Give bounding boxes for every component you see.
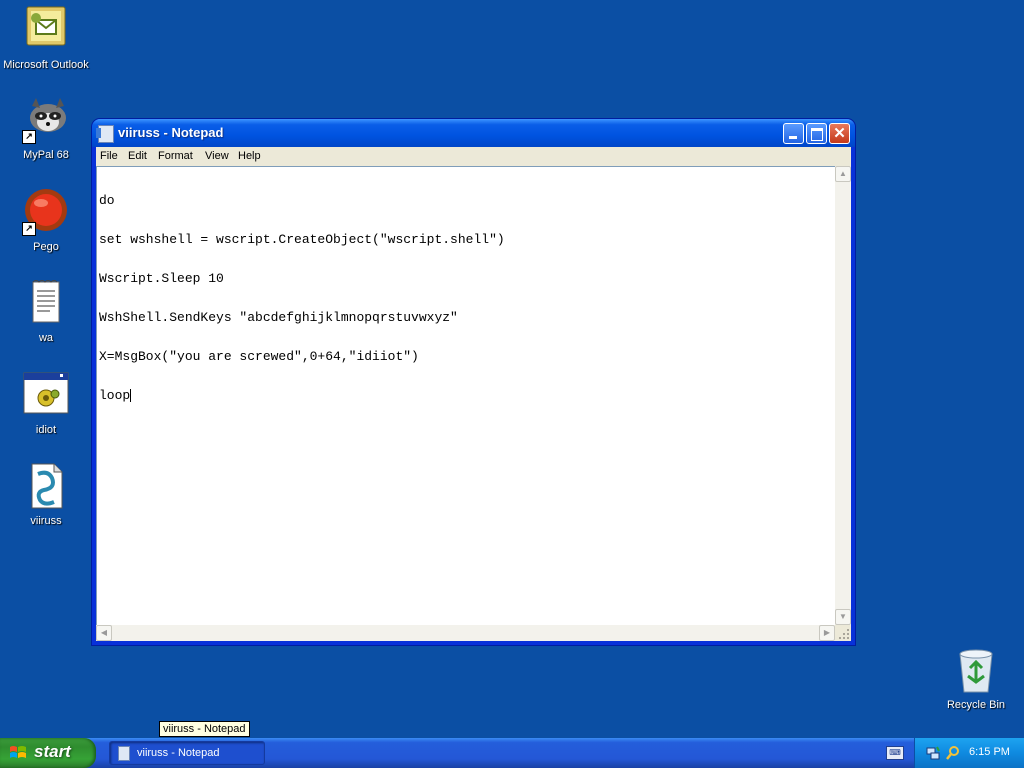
clock[interactable]: 6:15 PM	[969, 746, 1010, 758]
scroll-up-icon[interactable]: ▲	[835, 166, 851, 182]
notepad-icon	[96, 125, 114, 143]
red-ball-icon: ↗	[22, 188, 70, 236]
editor-text: do set wshshell = wscript.CreateObject("…	[99, 168, 505, 428]
text-editor[interactable]: do set wshshell = wscript.CreateObject("…	[96, 166, 835, 625]
editor-area: do set wshshell = wscript.CreateObject("…	[96, 166, 851, 641]
desktop-icon-pego[interactable]: ↗ Pego	[0, 188, 92, 253]
menu-view[interactable]: View	[205, 150, 229, 162]
desktop-icon-label: wa	[38, 332, 54, 344]
system-tray: 6:15 PM	[914, 738, 1024, 768]
editor-line: set wshshell = wscript.CreateObject("wsc…	[99, 232, 505, 247]
taskbar-button-notepad[interactable]: viiruss - Notepad	[109, 741, 265, 765]
shortcut-arrow-icon: ↗	[22, 222, 36, 236]
editor-line: do	[99, 193, 115, 208]
scroll-right-icon[interactable]: ▶	[819, 625, 835, 641]
script-file-icon	[22, 462, 70, 510]
editor-line: loop	[99, 388, 131, 403]
recycle-bin-icon	[952, 646, 1000, 694]
desktop-icon-label: idiot	[35, 424, 57, 436]
minimize-button[interactable]	[783, 123, 804, 144]
start-label: start	[34, 742, 71, 761]
taskbar-button-label: viiruss - Notepad	[137, 747, 220, 759]
windows-logo-icon	[10, 746, 26, 758]
desktop-icon-viiruss[interactable]: viiruss	[0, 462, 92, 527]
menu-format[interactable]: Format	[158, 150, 193, 162]
text-caret	[130, 389, 132, 402]
menu-file[interactable]: File	[100, 150, 118, 162]
text-document-icon	[22, 279, 70, 327]
close-button[interactable]: ✕	[829, 123, 850, 144]
scroll-down-icon[interactable]: ▼	[835, 609, 851, 625]
desktop-icon-outlook[interactable]: Microsoft Outlook	[0, 6, 92, 71]
taskbar: start viiruss - Notepad ⌨ 6:15 PM	[0, 738, 1024, 768]
start-button[interactable]: start	[0, 738, 96, 768]
network-icon[interactable]	[925, 745, 941, 761]
menu-edit[interactable]: Edit	[128, 150, 147, 162]
vertical-scrollbar[interactable]: ▲ ▼	[835, 166, 851, 625]
notepad-window[interactable]: viiruss - Notepad ✕ File Edit Format Vie…	[92, 119, 855, 645]
resize-grip-icon[interactable]	[835, 625, 851, 641]
window-title: viiruss - Notepad	[118, 125, 224, 140]
desktop-icon-label: Pego	[33, 241, 59, 253]
outlook-icon	[22, 6, 70, 54]
notepad-titlebar[interactable]: viiruss - Notepad ✕	[92, 119, 855, 147]
maximize-button[interactable]	[806, 123, 827, 144]
editor-line: Wscript.Sleep 10	[99, 271, 224, 286]
search-icon[interactable]	[945, 745, 961, 761]
desktop-icon-label: Microsoft Outlook	[3, 59, 89, 71]
desktop-icon-label: MyPal 68	[23, 149, 69, 161]
keyboard-icon[interactable]: ⌨	[886, 746, 904, 760]
menu-bar: File Edit Format View Help	[96, 147, 851, 166]
scroll-left-icon[interactable]: ◀	[96, 625, 112, 641]
desktop-icon-label: viiruss	[30, 515, 62, 527]
editor-line-last: loop	[99, 389, 505, 402]
raccoon-icon: ↗	[22, 96, 70, 144]
desktop-icon-label: Recycle Bin	[946, 699, 1006, 711]
horizontal-scrollbar[interactable]: ◀ ▶	[96, 625, 835, 641]
batch-file-icon	[22, 371, 70, 419]
desktop-icon-idiot[interactable]: idiot	[0, 371, 92, 436]
close-icon: ✕	[833, 125, 846, 142]
desktop-icon-recycle-bin[interactable]: Recycle Bin	[936, 646, 1016, 711]
taskbar-tooltip: viiruss - Notepad	[159, 721, 250, 737]
editor-line: WshShell.SendKeys "abcdefghijklmnopqrstu…	[99, 310, 458, 325]
shortcut-arrow-icon: ↗	[22, 130, 36, 144]
notepad-icon	[118, 746, 130, 761]
editor-line: X=MsgBox("you are screwed",0+64,"idiiot"…	[99, 349, 419, 364]
desktop-icon-wa[interactable]: wa	[0, 279, 92, 344]
menu-help[interactable]: Help	[238, 150, 261, 162]
desktop-icon-mypal[interactable]: ↗ MyPal 68	[0, 96, 92, 161]
